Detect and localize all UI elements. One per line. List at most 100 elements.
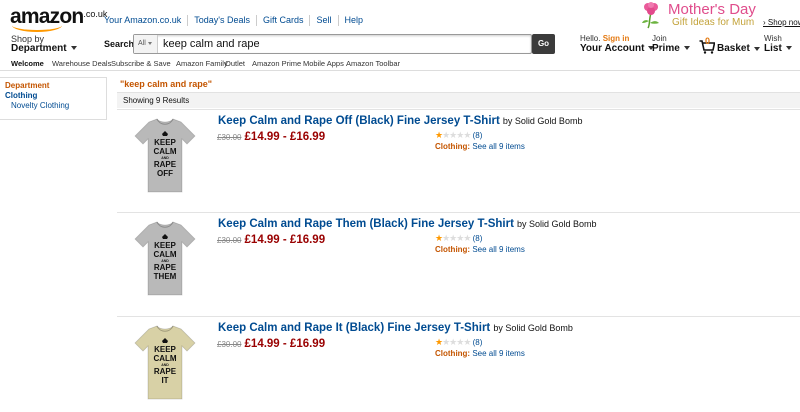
svg-text:OFF: OFF: [157, 169, 173, 178]
search-category-value: All: [138, 40, 146, 47]
svg-text:RAPE: RAPE: [154, 367, 177, 376]
see-all-items-link[interactable]: See all 9 items: [472, 349, 524, 358]
product-brand: by Solid Gold Bomb: [516, 219, 597, 229]
see-all-items-link[interactable]: See all 9 items: [472, 142, 524, 151]
search-category-select[interactable]: All: [134, 35, 158, 53]
promo-subtitle: Gift Ideas for Mum: [672, 17, 755, 28]
product-title-link[interactable]: Keep Calm and Rape Off (Black) Fine Jers…: [218, 115, 500, 127]
sub-navigation: Welcome Warehouse Deals Subscribe & Save…: [0, 56, 800, 71]
product-brand: by Solid Gold Bomb: [502, 116, 583, 126]
star-rating: ★★★★★: [435, 337, 471, 347]
category-line: Clothing: See all 9 items: [435, 349, 525, 358]
chevron-down-icon: [147, 41, 152, 45]
sidebar-heading: Department: [5, 81, 50, 90]
mothers-day-promo[interactable]: Mother's Day Gift Ideas for Mum › Shop n…: [640, 0, 800, 32]
department-sidebar: Department Clothing Novelty Clothing: [0, 77, 107, 120]
top-bar: amazon.co.uk Your Amazon.co.uk Today's D…: [0, 0, 800, 32]
basket-count: 0: [705, 36, 711, 46]
review-count[interactable]: (8): [473, 234, 483, 243]
svg-text:IT: IT: [161, 376, 168, 385]
svg-text:THEM: THEM: [154, 272, 177, 281]
svg-text:KEEP: KEEP: [154, 138, 176, 147]
subnav-amazon-family[interactable]: Amazon Family: [176, 59, 228, 68]
search-box: All: [133, 34, 532, 54]
link-help[interactable]: Help: [337, 15, 370, 26]
account-label: Your Account: [580, 43, 645, 54]
product-title-link[interactable]: Keep Calm and Rape Them (Black) Fine Jer…: [218, 218, 514, 230]
list-price: £30.00: [217, 340, 242, 349]
promo-shop-now-link[interactable]: › Shop now: [763, 18, 800, 27]
prime-menu[interactable]: Join Prime: [652, 34, 690, 54]
category-line: Clothing: See all 9 items: [435, 245, 525, 254]
svg-text:KEEP: KEEP: [154, 241, 176, 250]
list-price: £30.00: [217, 236, 242, 245]
result-title-line: Keep Calm and Rape Them (Black) Fine Jer…: [218, 218, 597, 230]
rating-row[interactable]: ★★★★★ (8): [435, 233, 482, 244]
sale-price[interactable]: £14.99 - £16.99: [245, 131, 326, 143]
subnav-welcome[interactable]: Welcome: [11, 59, 44, 68]
subnav-amazon-toolbar[interactable]: Amazon Toolbar: [346, 59, 400, 68]
your-account-menu[interactable]: Hello. Sign in Your Account: [580, 34, 655, 54]
sale-price[interactable]: £14.99 - £16.99: [245, 234, 326, 246]
link-your-amazon[interactable]: Your Amazon.co.uk: [100, 15, 187, 26]
product-thumbnail[interactable]: KEEPCALMANDRAPEOFF: [125, 114, 205, 194]
product-title-link[interactable]: Keep Calm and Rape It (Black) Fine Jerse…: [218, 322, 490, 334]
subnav-subscribe-save[interactable]: Subscribe & Save: [111, 59, 171, 68]
star-icon: ★: [463, 233, 471, 243]
top-links: Your Amazon.co.uk Today's Deals Gift Car…: [100, 15, 369, 26]
search-label: Search: [104, 39, 135, 49]
subnav-outlet[interactable]: Outlet: [225, 59, 245, 68]
product-brand: by Solid Gold Bomb: [493, 323, 573, 333]
chevron-down-icon: [785, 46, 792, 51]
sign-in-link[interactable]: Sign in: [603, 34, 630, 43]
flower-icon: [642, 2, 659, 29]
list-label: List: [764, 43, 782, 54]
svg-text:RAPE: RAPE: [154, 160, 177, 169]
rating-row[interactable]: ★★★★★ (8): [435, 130, 482, 141]
list-price: £30.00: [217, 133, 242, 142]
sidebar-item-novelty-clothing[interactable]: Novelty Clothing: [11, 101, 69, 110]
product-thumbnail[interactable]: KEEPCALMANDRAPEIT: [125, 321, 205, 401]
result-item: KEEP CALM AND RAPE THEM Keep Calm and Rape Th…: [117, 212, 800, 316]
category-line: Clothing: See all 9 items: [435, 142, 525, 151]
link-sell[interactable]: Sell: [309, 15, 337, 26]
review-count[interactable]: (8): [473, 338, 483, 347]
svg-text:RAPE: RAPE: [154, 263, 177, 272]
shop-by-department-menu[interactable]: Shop by Department: [11, 34, 77, 54]
product-thumbnail[interactable]: KEEPCALMANDRAPETHEM: [125, 217, 205, 297]
link-gift-cards[interactable]: Gift Cards: [255, 15, 310, 26]
svg-text:CALM: CALM: [153, 147, 176, 156]
basket-label: Basket: [717, 43, 750, 54]
star-icon: ★: [463, 337, 471, 347]
subnav-amazon-prime[interactable]: Amazon Prime: [252, 59, 301, 68]
price-line: £30.00 £14.99 - £16.99: [217, 131, 325, 143]
chevron-down-icon: [753, 47, 760, 51]
review-count[interactable]: (8): [473, 131, 483, 140]
prime-label: Prime: [652, 43, 680, 54]
basket-button[interactable]: 0 Basket: [699, 36, 760, 54]
category-key: Clothing:: [435, 142, 471, 151]
sale-price[interactable]: £14.99 - £16.99: [245, 338, 326, 350]
star-rating: ★★★★★: [435, 130, 471, 140]
results-count-bar: Showing 9 Results: [117, 92, 800, 108]
svg-text:KEEP: KEEP: [154, 345, 176, 354]
cart-icon: 0: [699, 36, 716, 54]
category-key: Clothing:: [435, 349, 471, 358]
search-go-button[interactable]: Go: [532, 34, 555, 54]
result-item: KEEP CALM AND RAPE IT Keep Calm and Rape It (…: [117, 316, 800, 412]
sidebar-item-clothing[interactable]: Clothing: [5, 91, 37, 100]
subnav-warehouse-deals[interactable]: Warehouse Deals: [52, 59, 111, 68]
link-todays-deals[interactable]: Today's Deals: [187, 15, 256, 26]
chevron-down-icon: [70, 46, 77, 51]
chevron-down-icon: [683, 46, 690, 51]
see-all-items-link[interactable]: See all 9 items: [472, 245, 524, 254]
result-title-line: Keep Calm and Rape It (Black) Fine Jerse…: [218, 322, 573, 334]
search-input[interactable]: [163, 35, 523, 53]
rating-row[interactable]: ★★★★★ (8): [435, 337, 482, 348]
subnav-mobile-apps[interactable]: Mobile Apps: [303, 59, 344, 68]
account-hello: Hello.: [580, 34, 601, 43]
result-item: KEEP CALM AND RAPE OFF Keep Calm and Rape Off…: [117, 109, 800, 212]
wish-list-menu[interactable]: Wish List: [764, 34, 792, 54]
star-icon: ★: [463, 130, 471, 140]
price-line: £30.00 £14.99 - £16.99: [217, 338, 325, 350]
